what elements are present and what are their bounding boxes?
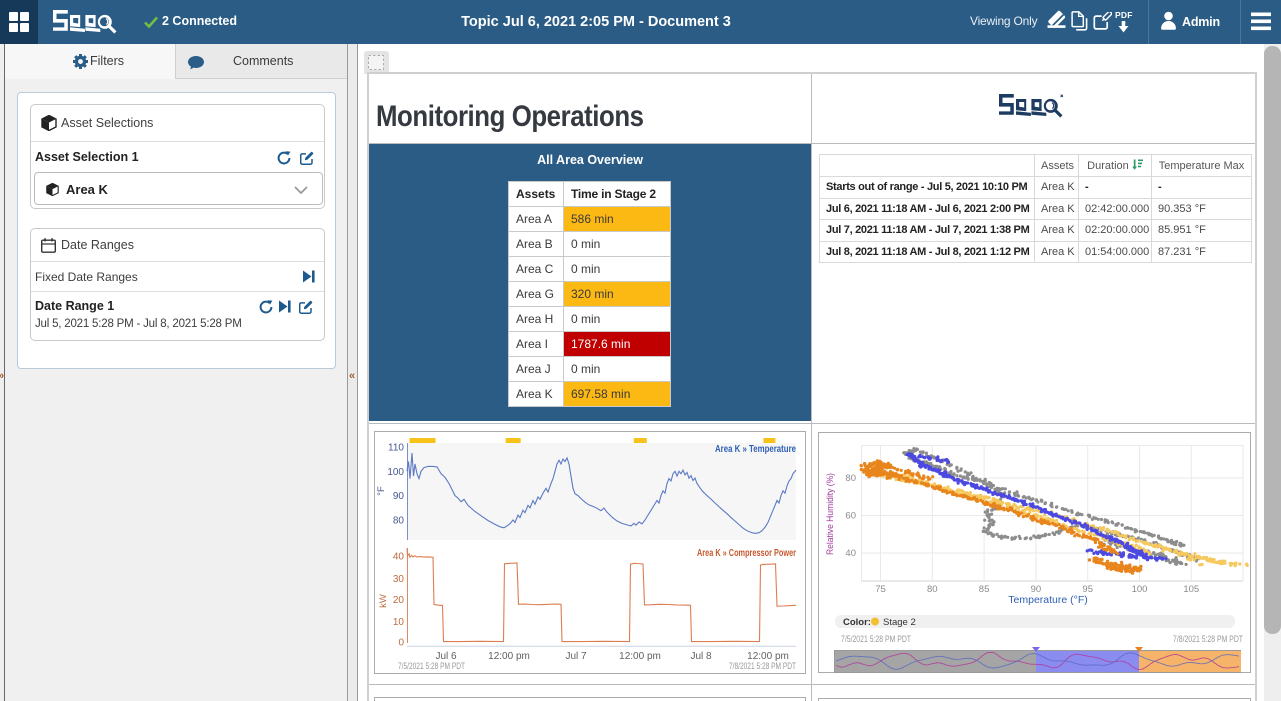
svg-text:Temperature (°F): Temperature (°F) (1008, 594, 1087, 606)
svg-text:12:00 pm: 12:00 pm (488, 651, 530, 662)
svg-text:Color:: Color: (843, 617, 871, 628)
svg-text:kW: kW (378, 594, 389, 608)
svg-text:°F: °F (376, 486, 387, 496)
svg-text:7/5/2021 5:28 PM PDT: 7/5/2021 5:28 PM PDT (841, 634, 911, 644)
svg-text:80: 80 (927, 584, 938, 595)
svg-text:75: 75 (875, 584, 886, 595)
svg-text:80: 80 (393, 516, 405, 527)
svg-text:Stage 2: Stage 2 (883, 617, 916, 628)
svg-text:100: 100 (387, 467, 404, 478)
svg-text:12:00 pm: 12:00 pm (619, 651, 661, 662)
svg-text:Area K » Compressor Power: Area K » Compressor Power (697, 547, 796, 559)
svg-text:0: 0 (398, 638, 404, 649)
svg-text:10: 10 (393, 617, 405, 628)
svg-text:60: 60 (845, 511, 856, 522)
svg-text:100: 100 (1132, 584, 1148, 595)
svg-text:Relative Humidity (%): Relative Humidity (%) (825, 473, 835, 555)
svg-text:7/8/2021 5:28 PM PDT: 7/8/2021 5:28 PM PDT (729, 661, 796, 671)
svg-text:85: 85 (979, 584, 990, 595)
svg-text:20: 20 (393, 595, 405, 606)
svg-text:90: 90 (393, 491, 405, 502)
svg-text:105: 105 (1183, 584, 1199, 595)
svg-text:7/5/2021 5:28 PM PDT: 7/5/2021 5:28 PM PDT (398, 661, 465, 671)
svg-text:40: 40 (845, 548, 856, 559)
svg-text:30: 30 (393, 574, 405, 585)
svg-text:80: 80 (845, 473, 856, 484)
svg-text:Jul 8: Jul 8 (690, 651, 712, 662)
svg-text:Area K » Temperature: Area K » Temperature (715, 443, 796, 455)
svg-text:110: 110 (388, 442, 404, 453)
svg-text:Jul 7: Jul 7 (565, 651, 587, 662)
svg-text:7/8/2021 5:28 PM PDT: 7/8/2021 5:28 PM PDT (1173, 634, 1243, 644)
svg-text:40: 40 (393, 552, 405, 563)
